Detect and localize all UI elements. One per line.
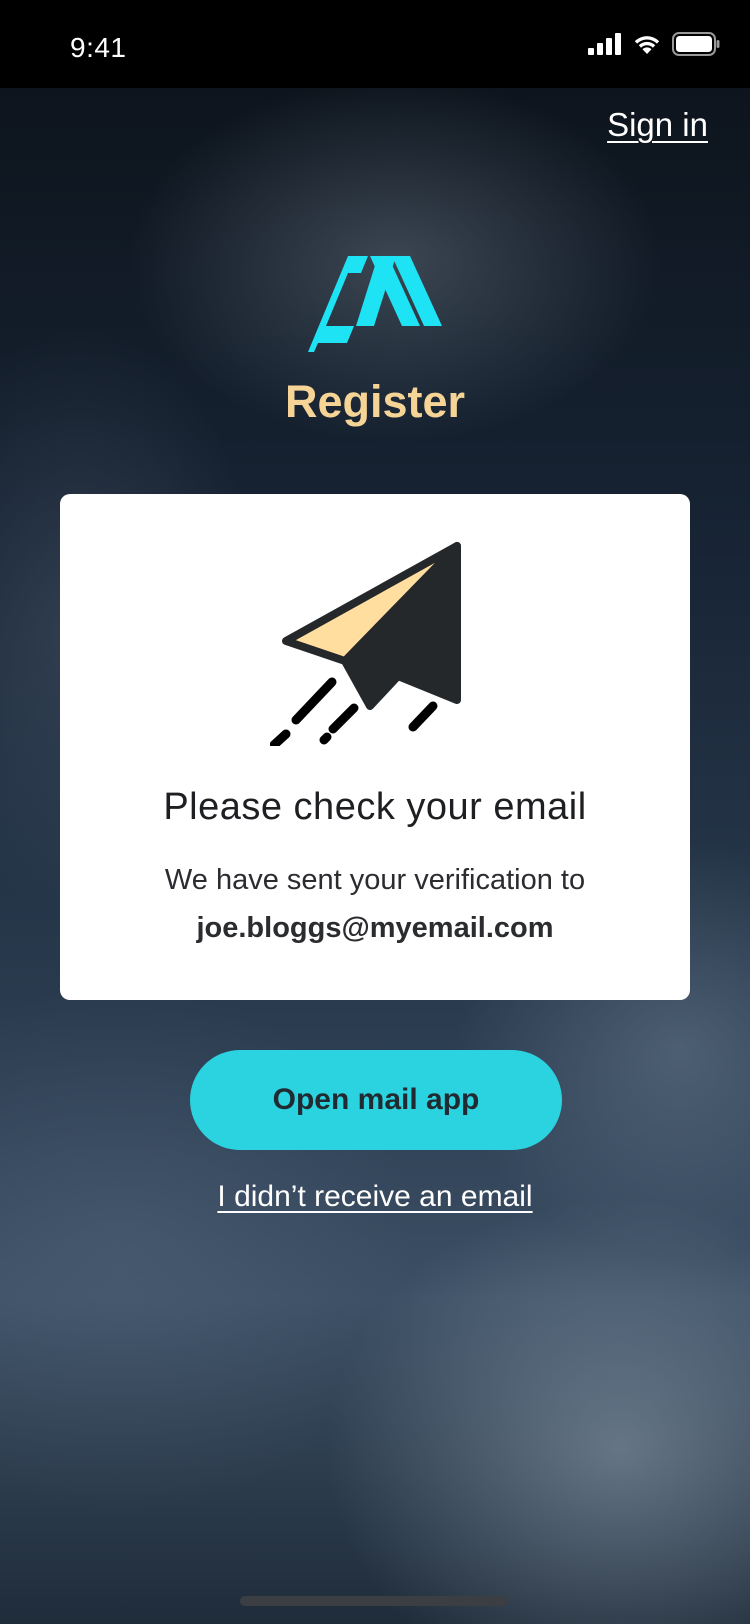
app-logo-icon [308,256,442,352]
signal-icon [588,32,622,60]
status-icons [588,31,720,61]
wifi-icon [632,33,662,60]
card-heading: Please check your email [163,786,587,828]
verification-email: joe.bloggs@myemail.com [196,912,554,944]
register-screen: 9:41 Sign in Register Please check your … [0,0,750,1624]
status-bar: 9:41 [0,0,750,88]
battery-icon [672,31,720,61]
card-subtext: We have sent your verification to [164,864,586,896]
status-time: 9:41 [70,32,127,63]
paper-plane-icon [269,536,490,750]
open-mail-app-button[interactable]: Open mail app [190,1050,562,1150]
didnt-receive-email-link[interactable]: I didn’t receive an email [0,1180,750,1214]
sign-in-link[interactable]: Sign in [607,106,708,144]
page-title: Register [284,376,466,427]
home-indicator [240,1596,508,1606]
verification-card: Please check your email We have sent you… [60,494,690,1000]
